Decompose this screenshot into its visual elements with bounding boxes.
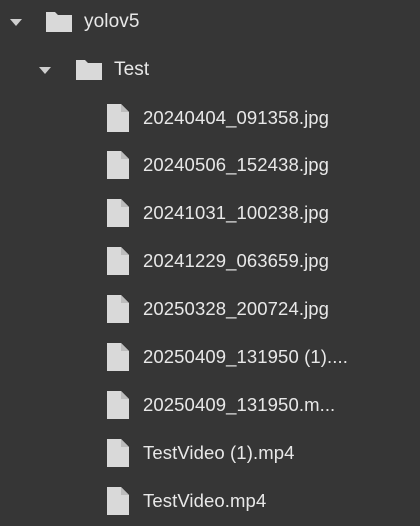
file-icon [107, 295, 129, 323]
file-name: TestVideo.mp4 [143, 490, 267, 511]
file-name: 20240404_091358.jpg [143, 107, 330, 128]
file-icon [107, 151, 129, 179]
file-row[interactable]: 20241031_100238.jpg [0, 193, 420, 233]
file-icon [107, 247, 129, 275]
file-icon [107, 199, 129, 227]
file-name: 20250409_131950 (1).... [143, 346, 348, 367]
file-name: 20240506_152438.jpg [143, 154, 330, 175]
file-row[interactable]: 20250328_200724.jpg [0, 289, 420, 329]
file-name: 20241031_100238.jpg [143, 202, 330, 223]
file-row[interactable]: TestVideo.mp4 [0, 481, 420, 521]
folder-row-test[interactable]: Test [0, 50, 420, 90]
file-row[interactable]: 20241229_063659.jpg [0, 241, 420, 281]
file-icon [107, 391, 129, 419]
chevron-down-icon[interactable] [39, 67, 51, 74]
file-icon [107, 343, 129, 371]
folder-icon [76, 60, 102, 80]
folder-name: yolov5 [84, 11, 140, 32]
file-row[interactable]: 20250409_131950.m... [0, 385, 420, 425]
chevron-down-icon[interactable] [10, 19, 22, 26]
file-browser-tree: yolov5 Test 20240404_091358.jpg 20240506… [0, 0, 420, 526]
file-name: 20250409_131950.m... [143, 394, 336, 415]
file-row[interactable]: 20250409_131950 (1).... [0, 337, 420, 377]
file-row[interactable]: 20240404_091358.jpg [0, 98, 420, 138]
file-name: 20250328_200724.jpg [143, 298, 330, 319]
file-name: TestVideo (1).mp4 [143, 442, 295, 463]
file-icon [107, 439, 129, 467]
file-row[interactable]: TestVideo (1).mp4 [0, 433, 420, 473]
folder-icon [46, 12, 72, 32]
file-row[interactable]: 20240506_152438.jpg [0, 145, 420, 185]
file-name: 20241229_063659.jpg [143, 250, 330, 271]
file-icon [107, 487, 129, 515]
file-icon [107, 104, 129, 132]
folder-row-yolov5[interactable]: yolov5 [0, 2, 420, 42]
folder-name: Test [114, 59, 150, 80]
